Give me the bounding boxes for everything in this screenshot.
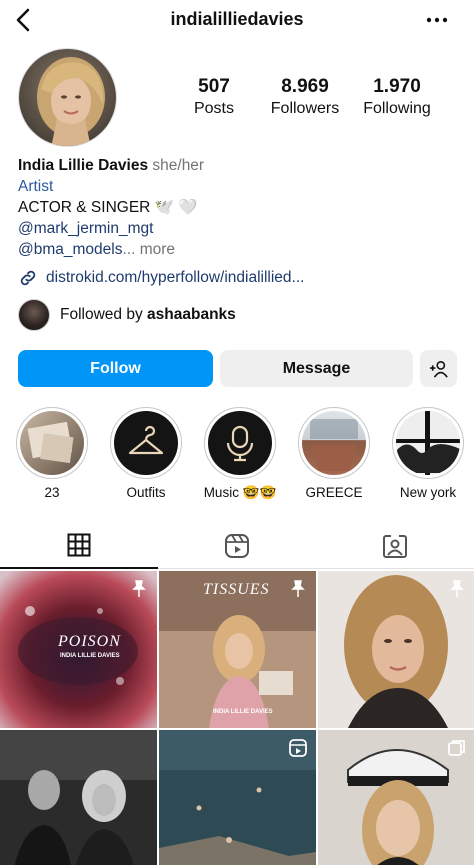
microphone-icon (226, 425, 254, 462)
highlight-23[interactable]: 23 (12, 407, 92, 500)
profile-full-name: India Lillie Davies (18, 157, 149, 174)
bio-name-row: India Lillie Davies she/her (18, 155, 458, 176)
profile-link-text: distrokid.com/hyperfollow/indialillied..… (46, 269, 305, 286)
mutual-follower-avatar (18, 299, 50, 331)
tab-posts-grid[interactable] (0, 523, 158, 569)
reel-icon (289, 739, 307, 757)
profile-bio: India Lillie Davies she/her Artist ACTOR… (18, 155, 458, 260)
highlight-new-york[interactable]: New york (388, 407, 468, 500)
tab-tagged[interactable] (316, 523, 474, 569)
post-title: TISSUES (203, 581, 270, 598)
following-count-label: Following (363, 100, 431, 117)
followers-count[interactable]: 8.969 Followers (265, 76, 345, 118)
bio-more-link[interactable]: ... more (122, 241, 175, 258)
post-grid: POISON INDIA LILLIE DAVIES TISSUES INDIA… (0, 571, 474, 865)
highlight-label: Music 🤓🤓 (203, 485, 277, 500)
post-subtitle: INDIA LILLIE DAVIES (213, 709, 273, 715)
reels-icon (225, 534, 249, 558)
grid-icon (67, 533, 91, 557)
more-horizontal-icon (426, 17, 448, 23)
profile-link[interactable]: distrokid.com/hyperfollow/indialillied..… (18, 268, 304, 288)
highlight-label: Outfits (126, 485, 166, 500)
followed-by-row[interactable]: Followed by ashaabanks (18, 299, 236, 331)
followers-count-label: Followers (270, 100, 340, 117)
profile-pronouns: she/her (152, 157, 205, 174)
bio-mention-agency[interactable]: @bma_models (18, 241, 122, 258)
more-options-button[interactable] (422, 8, 452, 32)
pin-icon (450, 580, 464, 597)
bio-mention-manager[interactable]: @mark_jermin_mgt (18, 218, 458, 239)
post-tile[interactable] (159, 730, 316, 865)
highlight-label: GREECE (305, 485, 363, 500)
followers-count-value: 8.969 (281, 76, 329, 97)
highlight-greece[interactable]: GREECE (294, 407, 374, 500)
pin-icon (132, 580, 146, 597)
post-subtitle: INDIA LILLIE DAVIES (60, 653, 120, 659)
follow-button[interactable]: Follow (18, 350, 213, 387)
followed-by-text: Followed by ashaabanks (60, 306, 236, 324)
profile-tabs (0, 523, 474, 569)
post-tile[interactable]: TISSUES INDIA LILLIE DAVIES (159, 571, 316, 728)
highlight-label: New york (399, 485, 457, 500)
highlight-music[interactable]: Music 🤓🤓 (200, 407, 280, 501)
tagged-icon (383, 535, 407, 558)
following-count-value: 1.970 (373, 76, 421, 97)
profile-avatar[interactable] (18, 48, 117, 147)
followed-by-user: ashaabanks (147, 306, 236, 323)
suggested-users-button[interactable] (420, 350, 457, 387)
post-tile[interactable]: POISON INDIA LILLIE DAVIES (0, 571, 157, 728)
highlight-label: 23 (44, 485, 60, 500)
tab-reels[interactable] (158, 523, 316, 569)
message-button[interactable]: Message (220, 350, 413, 387)
story-highlights: 23 Outfits Music 🤓🤓 GREECE New york (0, 407, 474, 507)
top-bar: indialilliedavies (0, 0, 474, 42)
posts-count-value: 507 (198, 76, 230, 97)
hanger-icon (128, 425, 164, 455)
highlight-outfits[interactable]: Outfits (106, 407, 186, 500)
followed-by-prefix: Followed by (60, 306, 143, 323)
posts-count: 507 Posts (180, 76, 248, 118)
pin-icon (291, 580, 305, 597)
bio-line: ACTOR & SINGER 🕊️ 🤍 (18, 199, 198, 216)
post-tile[interactable] (318, 730, 474, 865)
link-icon (20, 270, 36, 286)
profile-category: Artist (18, 178, 54, 195)
post-title: POISON (58, 633, 121, 650)
post-tile[interactable] (318, 571, 474, 728)
post-tile[interactable] (0, 730, 157, 865)
profile-username: indialilliedavies (170, 9, 304, 29)
carousel-icon (448, 740, 465, 756)
posts-count-label: Posts (193, 100, 234, 117)
following-count[interactable]: 1.970 Following (357, 76, 437, 118)
add-person-icon (429, 360, 448, 378)
